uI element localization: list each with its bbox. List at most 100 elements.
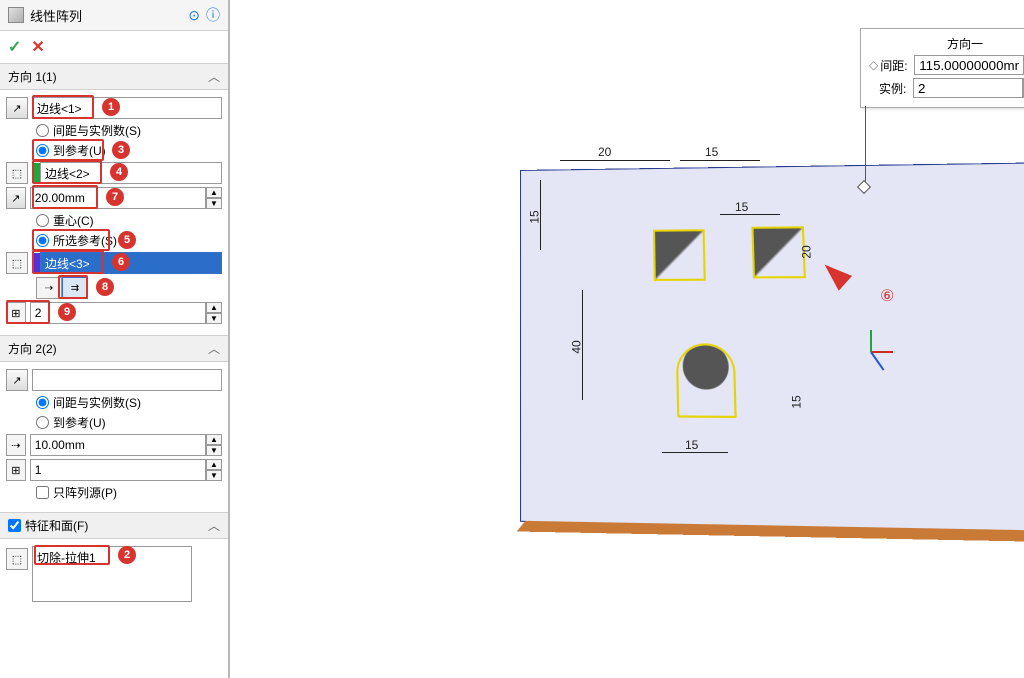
confirm-cancel-row: ✓ ✕	[0, 31, 228, 63]
dim-15b: 15	[735, 200, 748, 214]
axis-x-icon	[871, 351, 893, 353]
radio-label: 到参考(U)	[53, 414, 106, 431]
callout-instances-input[interactable]	[913, 78, 1023, 98]
dim-line-15v	[540, 180, 541, 250]
features-checkbox[interactable]	[8, 519, 21, 532]
selected-ref-option[interactable]: 所选参考(S) 5	[6, 232, 222, 249]
reverse-direction-icon[interactable]: ↗	[6, 97, 28, 119]
dim-15a: 15	[705, 145, 718, 159]
distance-spinner[interactable]: ▲▼	[206, 187, 222, 209]
radio-label: 重心(C)	[53, 212, 94, 229]
callout-spacing-row: ◇ 间距: ▲▼	[869, 55, 1024, 75]
dim-line-15d	[662, 452, 728, 453]
direction2-edge-input[interactable]	[32, 369, 222, 391]
callout-leader	[865, 106, 866, 184]
feature-item[interactable]: 切除-拉伸1	[37, 551, 96, 565]
direction-2-body: ↗ 间距与实例数(S) 到参考(U) ⇢ ▲▼ ⊞ ▲▼ 只	[0, 362, 228, 512]
radio-to-reference-2[interactable]	[36, 416, 49, 429]
to-reference-option[interactable]: 到参考(U) 3	[6, 142, 222, 159]
instance-count-icon[interactable]: ⊞	[6, 302, 26, 324]
dim-15e: 15	[790, 395, 804, 408]
distance2-input[interactable]	[30, 434, 206, 456]
cut-square-2	[751, 226, 805, 278]
distance-input[interactable]	[30, 187, 206, 209]
callout-title: 方向一	[869, 35, 1024, 52]
spacing-count-option[interactable]: 间距与实例数(S)	[6, 122, 222, 139]
direction-callout-box[interactable]: 方向一 ◇ 间距: ▲▼ 实例: ▲▼	[860, 28, 1024, 108]
only-seed-checkbox[interactable]	[36, 486, 49, 499]
radio-selected-ref[interactable]	[36, 234, 49, 247]
only-seed-row[interactable]: 只阵列源(P)	[6, 484, 222, 501]
radio-to-reference[interactable]	[36, 144, 49, 157]
count2-spinner[interactable]: ▲▼	[206, 459, 222, 481]
reference-geom-icon[interactable]: ⬚	[6, 162, 28, 184]
cut-square-1	[653, 229, 706, 281]
distance-row: ↗ ▲▼ 7	[6, 187, 222, 209]
radio-centroid[interactable]	[36, 214, 49, 227]
distance2-spinner[interactable]: ▲▼	[206, 434, 222, 456]
model-plate	[520, 159, 1024, 536]
spacing-count-option-2[interactable]: 间距与实例数(S)	[6, 394, 222, 411]
property-panel: 线性阵列 ⊙ ⓘ ✓ ✕ 方向 1(1) ︿ ↗ 1 间距与实例数(S) 到参考…	[0, 0, 230, 678]
help-icon[interactable]: ⓘ	[206, 5, 220, 25]
dim-line-20	[560, 160, 670, 161]
section-title: 方向 1(1)	[8, 68, 57, 85]
section-title: 方向 2(2)	[8, 340, 57, 357]
section-direction-1[interactable]: 方向 1(1) ︿	[0, 63, 228, 90]
direction-edge-input[interactable]	[32, 97, 222, 119]
radio-spacing-count[interactable]	[36, 124, 49, 137]
section-title: 特征和面(F)	[25, 517, 88, 534]
count2-input[interactable]	[30, 459, 206, 481]
to-reference-option-2[interactable]: 到参考(U)	[6, 414, 222, 431]
count-spinner[interactable]: ▲▼	[206, 302, 222, 324]
section-features[interactable]: 特征和面(F) ︿	[0, 512, 228, 539]
features-list[interactable]: 切除-拉伸1	[32, 546, 192, 602]
purple-swatch	[32, 253, 40, 273]
mode-d2-icon[interactable]: ⇉	[62, 277, 88, 299]
direction-1-body: ↗ 1 间距与实例数(S) 到参考(U) 3 ⬚ 4 ↗ ▲▼	[0, 90, 228, 335]
reverse-direction-2-icon[interactable]: ↗	[6, 369, 28, 391]
selected-geom-icon[interactable]: ⬚	[6, 252, 28, 274]
callout-spacing-input[interactable]	[914, 55, 1024, 75]
model-annotation-6: ⑥	[880, 286, 894, 306]
panel-title: 线性阵列	[30, 6, 182, 25]
radio-label: 所选参考(S)	[53, 232, 117, 249]
dim-line-40	[582, 290, 583, 400]
instance-count-2-icon[interactable]: ⊞	[6, 459, 26, 481]
callout-spacing-label: 间距:	[880, 57, 914, 74]
distance-2-icon[interactable]: ⇢	[6, 434, 26, 456]
ok-button[interactable]: ✓	[8, 37, 21, 57]
centroid-option[interactable]: 重心(C)	[6, 212, 222, 229]
dim-20v: 20	[800, 245, 814, 258]
direction2-edge-row: ↗	[6, 369, 222, 391]
selected-edge-input[interactable]	[40, 252, 222, 274]
panel-header: 线性阵列 ⊙ ⓘ	[0, 0, 228, 31]
feature-icon[interactable]: ⬚	[6, 548, 28, 570]
selected-edge-row: ⬚ 6	[6, 252, 222, 274]
toggle-icon[interactable]: ⊙	[188, 7, 200, 24]
radio-label: 间距与实例数(S)	[53, 122, 141, 139]
annotation-3: 3	[112, 141, 130, 159]
cancel-button[interactable]: ✕	[31, 37, 44, 57]
count2-row: ⊞ ▲▼	[6, 459, 222, 481]
section-direction-2[interactable]: 方向 2(2) ︿	[0, 335, 228, 362]
linear-pattern-icon	[8, 7, 24, 23]
reference-edge-row: ⬚ 4	[6, 162, 222, 184]
dim-line-15a	[680, 160, 760, 161]
axis-y-icon	[870, 330, 872, 352]
chevron-up-icon: ︿	[208, 68, 220, 85]
distance2-row: ⇢ ▲▼	[6, 434, 222, 456]
count-input[interactable]	[30, 302, 206, 324]
mode-d1-icon[interactable]: ⇢	[36, 277, 62, 299]
checkbox-label: 只阵列源(P)	[53, 484, 117, 501]
graphics-viewport[interactable]: 20 15 15 15 20 40 15 15 ⑥ ④ 方向一 ◇ 间距: ▲▼…	[230, 0, 1024, 678]
radio-spacing-count-2[interactable]	[36, 396, 49, 409]
callout-instances-label: 实例:	[879, 80, 913, 97]
reference-edge-input[interactable]	[40, 162, 222, 184]
chevron-up-icon: ︿	[208, 340, 220, 357]
callout-anchor-icon: ◇	[869, 58, 878, 72]
features-body: ⬚ 切除-拉伸1 2	[0, 539, 228, 613]
dim-15d: 15	[685, 438, 698, 452]
chevron-up-icon: ︿	[208, 517, 220, 534]
distance-icon[interactable]: ↗	[6, 187, 26, 209]
